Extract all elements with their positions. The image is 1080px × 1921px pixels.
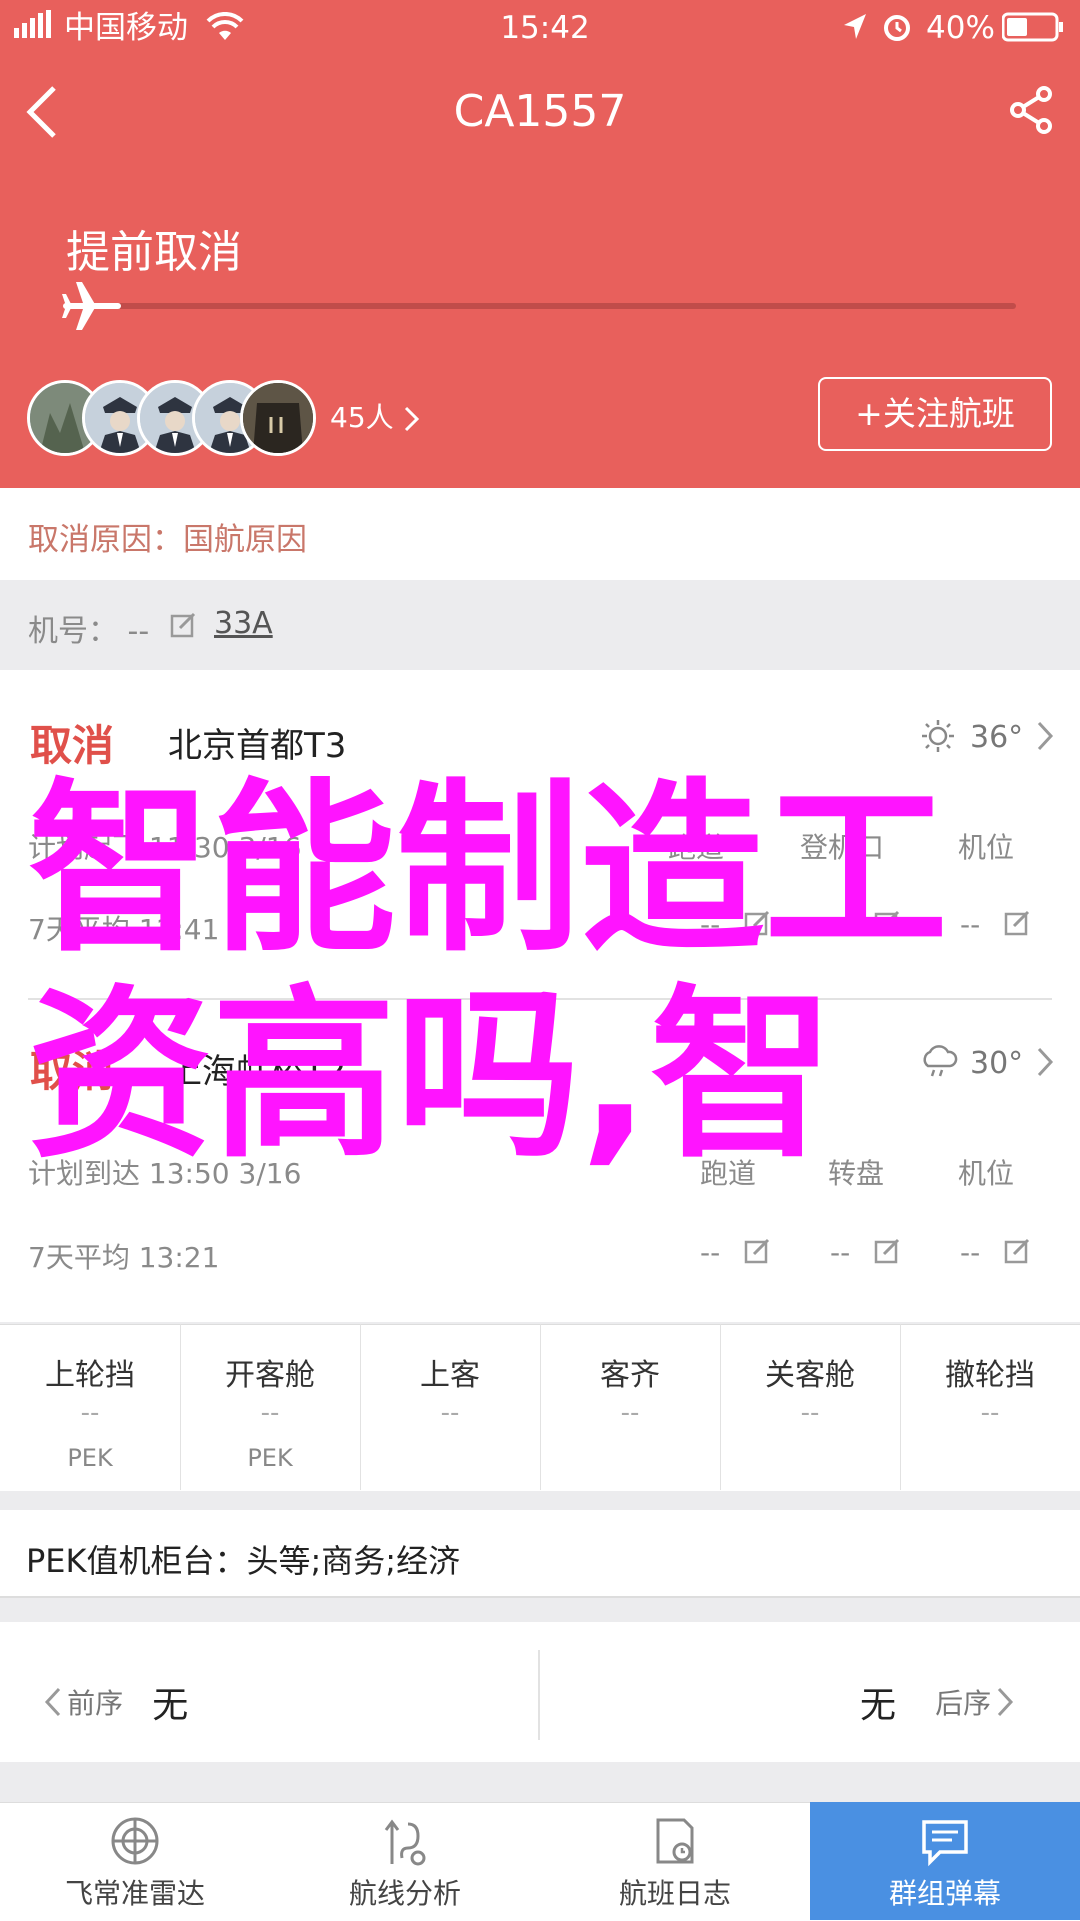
cancel-reason-label: 取消原因：	[28, 522, 183, 558]
tab-radar[interactable]: 飞常准雷达	[0, 1802, 270, 1920]
cancel-reason-value: 国航原因	[183, 522, 307, 558]
chat-icon	[922, 1820, 968, 1867]
status-step-label: 开客舱	[225, 1358, 315, 1393]
plane-icon	[62, 278, 122, 338]
alarm-icon	[882, 10, 912, 50]
battery-icon	[1001, 12, 1064, 52]
departure-weather-chevron[interactable]	[1036, 720, 1054, 756]
aircraft-model-link[interactable]: 33A	[214, 606, 273, 641]
status-step-value: --	[80, 1398, 100, 1428]
arrival-average-time: 13:21	[138, 1241, 220, 1274]
edit-icon[interactable]	[874, 1238, 900, 1268]
status-step-label: 撤轮挡	[945, 1358, 1035, 1393]
arrival-average-label: 7天平均	[28, 1241, 130, 1274]
chevron-right-icon	[1037, 1047, 1054, 1077]
divider	[538, 1650, 540, 1740]
progress-track	[72, 303, 1016, 309]
follower-avatar[interactable]	[240, 380, 316, 456]
status-step-label: 客齐	[600, 1358, 660, 1393]
arrival-carousel-value: --	[830, 1236, 851, 1269]
checkin-counter: PEK值机柜台：头等;商务;经济	[26, 1536, 460, 1582]
status-step-value: --	[620, 1398, 640, 1428]
tab-label: 航线分析	[348, 1877, 461, 1910]
cloud-rain-icon	[920, 1044, 958, 1084]
tab-route-analysis[interactable]: 航线分析	[270, 1802, 540, 1920]
aircraft-row: 机号： --	[28, 606, 149, 650]
watermark-text-line-2: 资高吗,智	[28, 969, 834, 1183]
battery-percent: 40%	[926, 10, 995, 46]
checkin-label: PEK值机柜台：	[26, 1542, 247, 1580]
back-button[interactable]	[22, 84, 72, 140]
flight-status-text: 提前取消	[66, 227, 242, 278]
radar-icon	[111, 1817, 159, 1865]
status-step-label: 上轮挡	[45, 1358, 135, 1393]
arrival-weather-chevron[interactable]	[1036, 1046, 1054, 1082]
arrival-carousel-header: 转盘	[828, 1157, 885, 1190]
arrival-stand-value: --	[960, 1236, 981, 1269]
status-step-code: PEK	[247, 1444, 293, 1472]
departure-airport: 北京首都T3	[168, 726, 347, 766]
status-step-value: --	[980, 1398, 1000, 1428]
follow-flight-button[interactable]: +关注航班	[818, 377, 1052, 451]
tab-flight-log[interactable]: 航班日志	[540, 1802, 810, 1920]
aircraft-label: 机号：	[28, 614, 118, 649]
followers-count: 45人	[330, 401, 394, 434]
status-step-code: PEK	[67, 1444, 113, 1472]
chevron-right-icon	[998, 1687, 1014, 1717]
tab-group-chat[interactable]: 群组弹幕	[810, 1802, 1080, 1920]
arrival-average: 7天平均 13:21	[28, 1236, 219, 1276]
departure-stand-header: 机位	[958, 831, 1015, 864]
edit-icon[interactable]	[170, 612, 196, 642]
route-icon	[384, 1819, 426, 1866]
clock-time: 15:42	[500, 10, 590, 46]
aircraft-number: --	[127, 614, 150, 649]
next-value: 无	[860, 1685, 897, 1726]
watermark-text-line-1: 智能制造工	[28, 763, 949, 977]
log-icon	[656, 1818, 694, 1864]
carrier-name: 中国移动	[64, 10, 188, 46]
status-step-label: 上客	[420, 1358, 480, 1393]
next-flight-link[interactable]: 无 后序	[860, 1676, 1040, 1726]
departure-stand-value: --	[960, 908, 981, 941]
previous-label: 前序	[67, 1687, 124, 1720]
location-arrow-icon	[842, 12, 868, 52]
share-icon	[1010, 86, 1052, 134]
chevron-right-icon	[1037, 721, 1054, 751]
edit-icon[interactable]	[1004, 1238, 1030, 1268]
edit-icon[interactable]	[1004, 910, 1030, 940]
previous-value: 无	[152, 1685, 189, 1726]
status-step-value: --	[260, 1398, 280, 1428]
wifi-icon	[206, 11, 244, 52]
tab-label: 飞常准雷达	[64, 1877, 205, 1910]
page-title: CA1557	[453, 86, 627, 137]
followers-count-link[interactable]: 45人	[330, 396, 421, 436]
status-step-value: --	[440, 1398, 460, 1428]
previous-flight-link[interactable]: 前序 无	[44, 1676, 484, 1726]
chevron-left-icon	[26, 86, 56, 138]
arrival-runway-value: --	[700, 1236, 721, 1269]
next-label: 后序	[935, 1687, 992, 1720]
arrival-temperature: 30°	[970, 1046, 1024, 1081]
status-step-label: 关客舱	[765, 1358, 855, 1393]
edit-icon[interactable]	[744, 1238, 770, 1268]
arrival-stand-header: 机位	[958, 1157, 1015, 1190]
departure-temperature: 36°	[970, 720, 1024, 755]
tab-label: 群组弹幕	[888, 1877, 1001, 1910]
chevron-left-icon	[44, 1687, 61, 1717]
chevron-right-icon	[404, 406, 419, 432]
tab-label: 航班日志	[618, 1877, 731, 1910]
checkin-value: 头等;商务;经济	[246, 1542, 461, 1580]
sun-icon	[920, 718, 956, 758]
signal-icon	[14, 8, 52, 48]
cancel-reason: 取消原因：国航原因	[28, 514, 307, 559]
share-button[interactable]	[1010, 86, 1058, 136]
status-step-value: --	[800, 1398, 820, 1428]
